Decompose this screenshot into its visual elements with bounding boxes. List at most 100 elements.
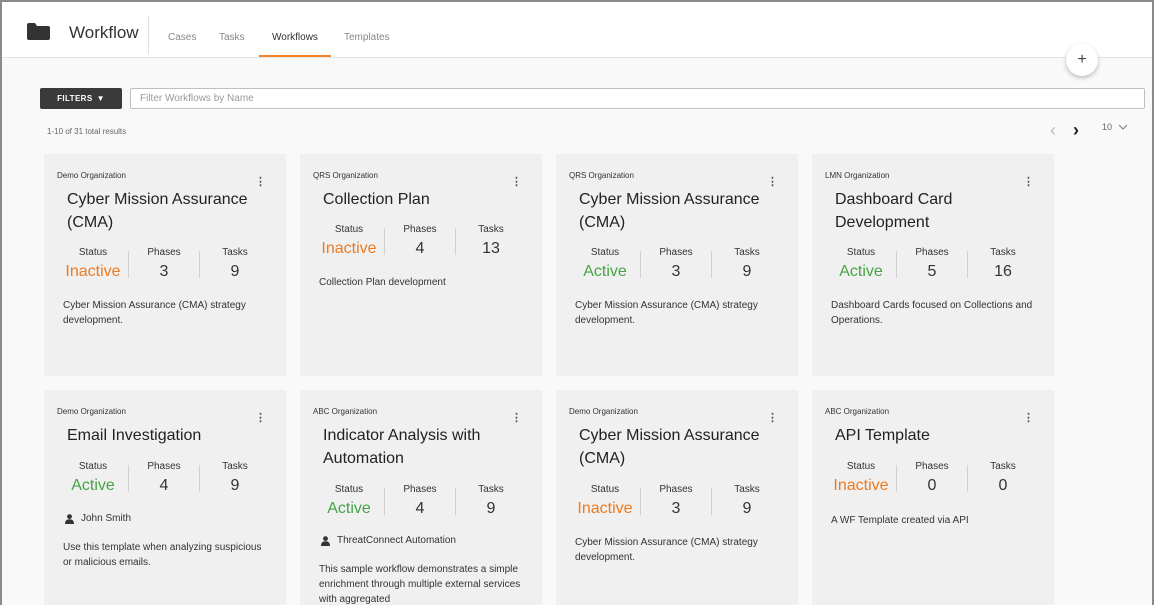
phases-value: 0: [927, 477, 937, 494]
card-owner: ThreatConnect Automation: [321, 535, 456, 546]
stat-label-tasks: Tasks: [990, 247, 1016, 258]
more-vert-icon[interactable]: ⋮: [255, 413, 266, 424]
card-description: Cyber Mission Assurance (CMA) strategy d…: [575, 300, 758, 326]
per-page-select[interactable]: 10: [1102, 122, 1128, 132]
header-divider: [148, 16, 149, 54]
tab-tasks[interactable]: Tasks: [219, 32, 245, 43]
card-description: Use this template when analyzing suspici…: [63, 542, 262, 568]
user-icon: [65, 513, 74, 524]
more-vert-icon[interactable]: ⋮: [511, 177, 522, 188]
card-stats: Status Active Phases 3 Tasks 9: [570, 247, 782, 291]
tab-templates[interactable]: Templates: [344, 32, 390, 43]
tab-workflows[interactable]: Workflows: [272, 32, 318, 43]
stat-label-phases: Phases: [403, 224, 437, 235]
stat-label-status: Status: [846, 461, 876, 472]
phases-value: 4: [159, 477, 169, 494]
tasks-value: 9: [230, 477, 240, 494]
card-description: Collection Plan development: [319, 277, 446, 288]
workflow-card[interactable]: Demo Organization ⋮ Cyber Mission Assura…: [556, 390, 798, 605]
filter-workflows-input[interactable]: [130, 88, 1145, 109]
stat-label-phases: Phases: [915, 461, 949, 472]
card-title: Cyber Mission Assurance (CMA): [579, 191, 760, 231]
more-vert-icon[interactable]: ⋮: [767, 177, 778, 188]
owner-name: ThreatConnect Automation: [337, 535, 456, 546]
app-title: Workflow: [69, 23, 139, 42]
tasks-value: 9: [486, 500, 496, 517]
card-description: Cyber Mission Assurance (CMA) strategy d…: [575, 537, 758, 563]
card-description: Dashboard Cards focused on Collections a…: [831, 300, 1033, 326]
tasks-value: 0: [998, 477, 1008, 494]
card-organization: LMN Organization: [825, 171, 890, 180]
stat-label-status: Status: [590, 247, 620, 258]
phases-value: 5: [927, 263, 937, 280]
per-page-value: 10: [1102, 122, 1113, 132]
card-title: Indicator Analysis with Automation: [323, 427, 481, 467]
card-stats: Status Inactive Phases 3 Tasks 9: [570, 484, 782, 528]
phases-value: 3: [671, 263, 681, 280]
workflow-card[interactable]: Demo Organization ⋮ Cyber Mission Assura…: [44, 154, 286, 376]
stat-label-tasks: Tasks: [734, 484, 760, 495]
card-organization: Demo Organization: [57, 171, 126, 180]
card-description: Cyber Mission Assurance (CMA) strategy d…: [63, 300, 246, 326]
owner-name: John Smith: [81, 513, 132, 524]
card-title: Cyber Mission Assurance (CMA): [67, 191, 248, 231]
phases-value: 4: [415, 500, 425, 517]
card-description: A WF Template created via API: [831, 515, 969, 526]
status-value: Active: [71, 477, 115, 494]
stat-label-status: Status: [334, 484, 364, 495]
card-organization: ABC Organization: [313, 407, 378, 416]
workflow-card[interactable]: QRS Organization ⋮ Cyber Mission Assuran…: [556, 154, 798, 376]
card-stats: Status Active Phases 4 Tasks 9: [314, 484, 526, 528]
stat-label-phases: Phases: [147, 461, 181, 472]
add-workflow-button[interactable]: +: [1066, 44, 1098, 76]
workflow-card[interactable]: QRS Organization ⋮ Collection Plan Statu…: [300, 154, 542, 376]
status-value: Inactive: [65, 263, 121, 280]
stat-label-status: Status: [78, 247, 108, 258]
phases-value: 3: [671, 500, 681, 517]
filters-button-label: FILTERS: [57, 94, 93, 103]
more-vert-icon[interactable]: ⋮: [767, 413, 778, 424]
stat-label-tasks: Tasks: [478, 484, 504, 495]
workflow-card[interactable]: ABC Organization ⋮ Indicator Analysis wi…: [300, 390, 542, 605]
status-value: Active: [327, 500, 371, 517]
status-value: Active: [583, 263, 627, 280]
card-title: Email Investigation: [67, 427, 202, 444]
more-vert-icon[interactable]: ⋮: [1023, 177, 1034, 188]
card-owner: John Smith: [65, 513, 131, 524]
card-stats: Status Inactive Phases 3 Tasks 9: [58, 247, 270, 291]
folder-icon: [27, 23, 50, 40]
chevron-left-icon[interactable]: ‹: [1050, 120, 1056, 141]
stat-label-tasks: Tasks: [734, 247, 760, 258]
stat-label-phases: Phases: [147, 247, 181, 258]
card-organization: Demo Organization: [569, 407, 638, 416]
stat-label-status: Status: [846, 247, 876, 258]
workflow-card[interactable]: LMN Organization ⋮ Dashboard Card Develo…: [812, 154, 1054, 376]
filters-button[interactable]: FILTERS ▼: [40, 88, 122, 109]
user-icon: [321, 535, 330, 546]
tab-cases[interactable]: Cases: [168, 32, 196, 43]
phases-value: 4: [415, 240, 425, 257]
card-title: Cyber Mission Assurance (CMA): [579, 427, 760, 467]
card-stats: Status Active Phases 4 Tasks 9: [58, 461, 270, 505]
stat-label-phases: Phases: [403, 484, 437, 495]
more-vert-icon[interactable]: ⋮: [511, 413, 522, 424]
stat-label-status: Status: [78, 461, 108, 472]
chevron-right-icon[interactable]: ›: [1073, 120, 1079, 141]
status-value: Inactive: [577, 500, 633, 517]
more-vert-icon[interactable]: ⋮: [255, 177, 266, 188]
workflow-card[interactable]: Demo Organization ⋮ Email Investigation …: [44, 390, 286, 605]
app-frame: Workflow Cases Tasks Workflows Templates…: [0, 0, 1154, 605]
stat-label-phases: Phases: [915, 247, 949, 258]
card-stats: Status Inactive Phases 4 Tasks 13: [314, 224, 526, 268]
card-organization: QRS Organization: [313, 171, 378, 180]
tasks-value: 16: [994, 263, 1012, 280]
stat-label-status: Status: [334, 224, 364, 235]
stat-label-status: Status: [590, 484, 620, 495]
workflow-card[interactable]: ABC Organization ⋮ API Template Status In…: [812, 390, 1054, 605]
stat-label-phases: Phases: [659, 484, 693, 495]
card-description: This sample workflow demonstrates a simp…: [319, 564, 521, 605]
card-organization: ABC Organization: [825, 407, 890, 416]
stat-label-phases: Phases: [659, 247, 693, 258]
more-vert-icon[interactable]: ⋮: [1023, 413, 1034, 424]
status-value: Inactive: [321, 240, 377, 257]
